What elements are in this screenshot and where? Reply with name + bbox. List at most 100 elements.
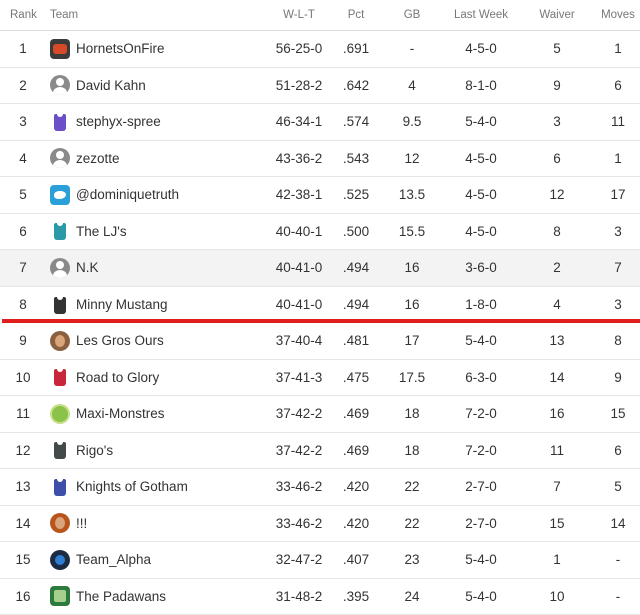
moves-cell: 8	[596, 323, 640, 359]
moves-cell: 3	[596, 287, 640, 324]
team-name[interactable]: The Padawans	[76, 589, 166, 604]
moves-cell: 14	[596, 506, 640, 542]
team-name[interactable]: Les Gros Ours	[76, 333, 164, 348]
team-name[interactable]: The LJ's	[76, 224, 127, 239]
team-cell[interactable]: Rigo's	[50, 433, 260, 469]
rank-cell: 5	[0, 177, 46, 213]
dark-jersey-icon	[50, 440, 70, 460]
team-cell[interactable]: zezotte	[50, 141, 260, 177]
header-last-week[interactable]: Last Week	[446, 0, 516, 30]
player-photo-icon	[50, 331, 70, 351]
wlt-cell: 40-40-1	[270, 214, 328, 250]
team-cell[interactable]: N.K	[50, 250, 260, 286]
last-week-cell: 7-2-0	[446, 396, 516, 432]
team-name[interactable]: zezotte	[76, 151, 120, 166]
team-cell[interactable]: @dominiquetruth	[50, 177, 260, 213]
default-avatar-icon	[50, 148, 70, 168]
pct-cell: .469	[336, 396, 376, 432]
table-row: 14 !!! 33-46-2 .420 22 2-7-0 15 14	[0, 506, 640, 543]
rank-cell: 3	[0, 104, 46, 140]
twitter-bird-icon	[50, 185, 70, 205]
team-cell[interactable]: The Padawans	[50, 579, 260, 615]
team-cell[interactable]: Minny Mustang	[50, 287, 260, 324]
wlt-cell: 56-25-0	[270, 31, 328, 67]
gb-cell: 13.5	[392, 177, 432, 213]
wlt-cell: 43-36-2	[270, 141, 328, 177]
default-avatar-icon	[50, 75, 70, 95]
fire-logo-icon	[50, 39, 70, 59]
moves-cell: 9	[596, 360, 640, 396]
wlt-cell: 37-41-3	[270, 360, 328, 396]
pct-cell: .420	[336, 469, 376, 505]
header-wlt[interactable]: W-L-T	[270, 0, 328, 30]
pct-cell: .543	[336, 141, 376, 177]
gb-cell: 16	[392, 287, 432, 324]
team-name[interactable]: @dominiquetruth	[76, 187, 179, 202]
last-week-cell: 5-4-0	[446, 104, 516, 140]
team-cell[interactable]: stephyx-spree	[50, 104, 260, 140]
last-week-cell: 8-1-0	[446, 68, 516, 104]
wlt-cell: 42-38-1	[270, 177, 328, 213]
team-cell[interactable]: Les Gros Ours	[50, 323, 260, 359]
pct-cell: .395	[336, 579, 376, 615]
rank-cell: 1	[0, 31, 46, 67]
team-name[interactable]: Knights of Gotham	[76, 479, 188, 494]
moves-cell: 6	[596, 68, 640, 104]
table-row: 9 Les Gros Ours 37-40-4 .481 17 5-4-0 13…	[0, 323, 640, 360]
team-cell[interactable]: David Kahn	[50, 68, 260, 104]
wlt-cell: 33-46-2	[270, 469, 328, 505]
team-name[interactable]: Maxi-Monstres	[76, 406, 165, 421]
team-name[interactable]: Team_Alpha	[76, 552, 151, 567]
team-name[interactable]: Minny Mustang	[76, 297, 168, 312]
team-name[interactable]: David Kahn	[76, 78, 146, 93]
last-week-cell: 2-7-0	[446, 506, 516, 542]
header-gb[interactable]: GB	[392, 0, 432, 30]
last-week-cell: 4-5-0	[446, 31, 516, 67]
team-name[interactable]: Rigo's	[76, 443, 113, 458]
header-waiver[interactable]: Waiver	[533, 0, 581, 30]
waiver-cell: 8	[533, 214, 581, 250]
header-rank[interactable]: Rank	[10, 0, 37, 30]
moves-cell: 1	[596, 141, 640, 177]
waiver-cell: 13	[533, 323, 581, 359]
gb-cell: 24	[392, 579, 432, 615]
gb-cell: 17.5	[392, 360, 432, 396]
gb-cell: 4	[392, 68, 432, 104]
team-cell[interactable]: The LJ's	[50, 214, 260, 250]
team-name[interactable]: stephyx-spree	[76, 114, 161, 129]
header-pct[interactable]: Pct	[336, 0, 376, 30]
team-name[interactable]: HornetsOnFire	[76, 41, 165, 56]
waiver-cell: 2	[533, 250, 581, 286]
team-cell[interactable]: Road to Glory	[50, 360, 260, 396]
table-row: 16 The Padawans 31-48-2 .395 24 5-4-0 10…	[0, 579, 640, 615]
wlt-cell: 37-42-2	[270, 433, 328, 469]
team-cell[interactable]: Maxi-Monstres	[50, 396, 260, 432]
gb-cell: 12	[392, 141, 432, 177]
rank-cell: 2	[0, 68, 46, 104]
wlt-cell: 32-47-2	[270, 542, 328, 578]
team-name[interactable]: !!!	[76, 516, 87, 531]
moves-cell: 7	[596, 250, 640, 286]
last-week-cell: 2-7-0	[446, 469, 516, 505]
teal-jersey-icon	[50, 221, 70, 241]
rank-cell: 15	[0, 542, 46, 578]
gb-cell: 9.5	[392, 104, 432, 140]
rank-cell: 13	[0, 469, 46, 505]
monster-logo-icon	[50, 404, 70, 424]
table-row: 1 HornetsOnFire 56-25-0 .691 - 4-5-0 5 1	[0, 31, 640, 68]
last-week-cell: 5-4-0	[446, 542, 516, 578]
green-patch-logo-icon	[50, 586, 70, 606]
team-cell[interactable]: Team_Alpha	[50, 542, 260, 578]
table-row: 3 stephyx-spree 46-34-1 .574 9.5 5-4-0 3…	[0, 104, 640, 141]
gb-cell: 16	[392, 250, 432, 286]
team-name[interactable]: Road to Glory	[76, 370, 159, 385]
header-moves[interactable]: Moves	[596, 0, 640, 30]
team-cell[interactable]: HornetsOnFire	[50, 31, 260, 67]
team-name[interactable]: N.K	[76, 260, 99, 275]
gb-cell: 18	[392, 433, 432, 469]
moves-cell: 3	[596, 214, 640, 250]
team-cell[interactable]: !!!	[50, 506, 260, 542]
team-cell[interactable]: Knights of Gotham	[50, 469, 260, 505]
header-team[interactable]: Team	[50, 0, 260, 30]
waiver-cell: 12	[533, 177, 581, 213]
